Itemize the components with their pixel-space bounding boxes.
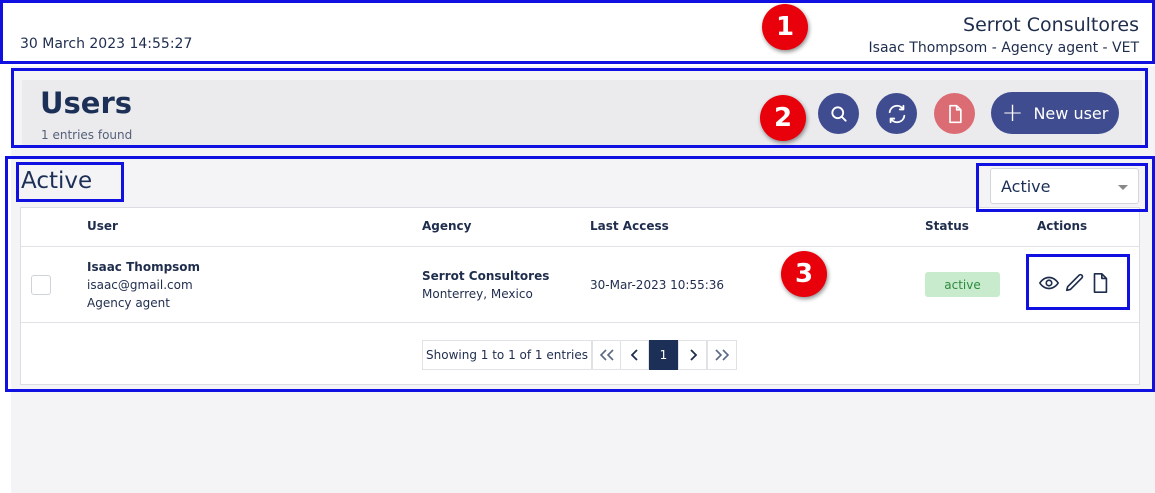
annotation-badge-3: 3 [781,251,827,297]
annotation-badge-1: 1 [762,4,808,50]
annotation-frame-actions [1026,254,1130,310]
annotation-frame-filter [976,163,1148,212]
annotation-frame-section-title [16,162,124,202]
annotation-badge-2: 2 [760,95,806,141]
annotation-frame-header [11,68,1148,148]
annotation-frame-topbar [0,0,1155,64]
